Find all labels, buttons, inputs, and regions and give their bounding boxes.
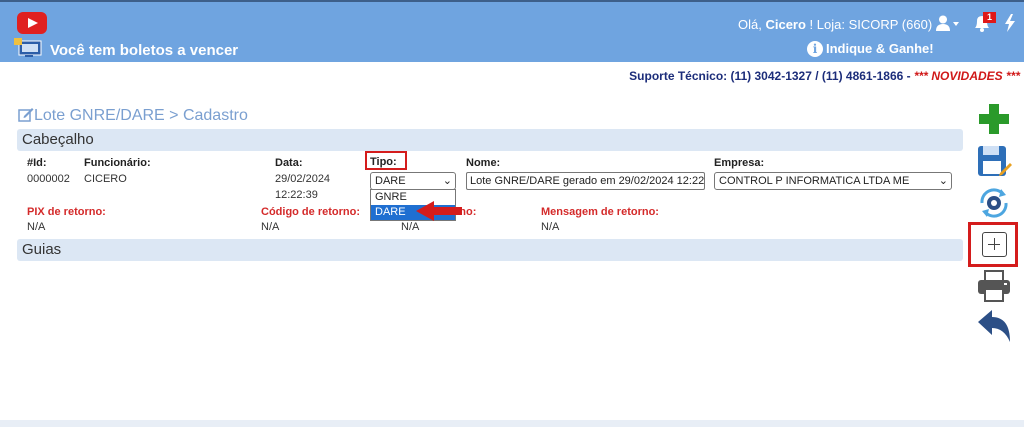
chevron-down-icon: ⌄ [938,175,948,187]
data-label: Data: [275,157,303,169]
guias-section-header[interactable]: Guias [17,239,963,261]
print-icon[interactable] [974,268,1014,304]
indique-ganhe-link[interactable]: i Indique & Ganhe! [807,41,934,57]
cabecalho-title: Cabeçalho [22,131,94,148]
add-guia-icon[interactable] [982,232,1007,257]
id-label: #Id: [27,157,47,169]
breadcrumb: Lote GNRE/DARE > Cadastro [18,107,248,125]
info-icon: i [807,41,823,57]
pix-label: PIX de retorno: [27,206,106,218]
greeting: Olá, Cicero ! Loja: SICORP (660) [738,17,932,32]
breadcrumb-text: Lote GNRE/DARE > Cadastro [34,107,248,124]
mensagem-label: Mensagem de retorno: [541,206,659,218]
boleto-icon[interactable] [13,38,43,58]
store-info: ! Loja: SICORP (660) [805,17,933,32]
data-time-value: 12:22:39 [275,189,318,201]
pix-value: N/A [27,221,46,233]
nome-input[interactable]: Lote GNRE/DARE gerado em 29/02/2024 12:2… [466,172,705,190]
red-arrow-icon [416,201,462,221]
indique-label: Indique & Ganhe! [826,41,934,56]
data-date-value: 29/02/2024 [275,173,331,185]
tipo-select-value: DARE [375,175,406,187]
empresa-select[interactable]: CONTROL P INFORMATICA LTDA ME ⌄ [714,172,952,190]
notification-badge: 1 [983,12,996,23]
chevron-down-icon: ⌄ [442,175,452,187]
tipo-label: Tipo: [370,156,397,168]
greeting-prefix: Olá, [738,17,766,32]
edit-icon [18,108,34,122]
boleto-warning-link[interactable]: Você tem boletos a vencer [50,42,238,59]
funcionario-value: CICERO [84,173,127,185]
guias-title: Guias [22,241,62,258]
add-icon[interactable] [974,101,1014,137]
youtube-icon[interactable] [17,12,47,34]
codigo-label: Código de retorno: [261,206,360,218]
retorno-value: N/A [401,221,420,233]
funcionario-label: Funcionário: [84,157,151,169]
id-value: 0000002 [27,173,70,185]
user-icon[interactable] [936,15,960,31]
tipo-select[interactable]: DARE ⌄ [370,172,456,190]
mensagem-value: N/A [541,221,560,233]
back-icon[interactable] [974,308,1014,344]
cabecalho-section-header[interactable]: Cabeçalho [17,129,963,151]
nome-label: Nome: [466,157,501,169]
empresa-select-value: CONTROL P INFORMATICA LTDA ME [719,175,910,187]
empresa-label: Empresa: [714,157,765,169]
novidades-link[interactable]: *** NOVIDADES *** [914,69,1020,83]
bolt-icon[interactable] [1004,14,1016,32]
support-line: Suporte Técnico: (11) 3042-1327 / (11) 4… [629,69,1020,83]
user-name: Cicero [765,17,806,32]
bottom-strip [0,420,1024,427]
codigo-value: N/A [261,221,280,233]
save-icon[interactable] [974,143,1014,179]
support-text: Suporte Técnico: (11) 3042-1327 / (11) 4… [629,69,914,83]
refresh-settings-icon[interactable] [974,185,1014,221]
top-bar: Você tem boletos a vencer Olá, Cicero ! … [0,0,1024,62]
